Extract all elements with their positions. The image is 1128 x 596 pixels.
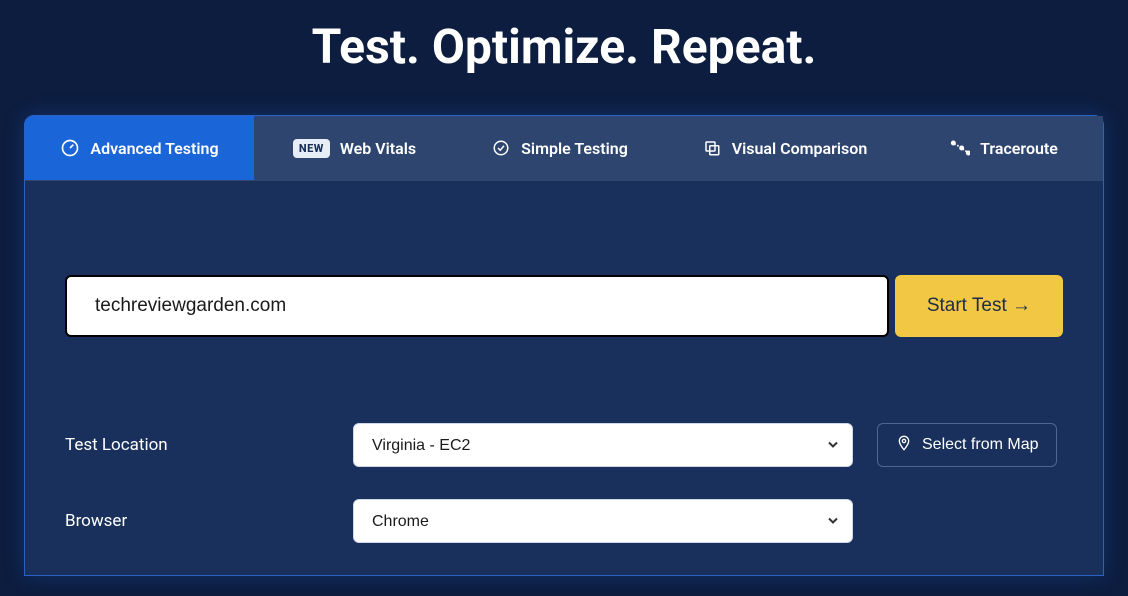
tab-simple-testing[interactable]: Simple Testing [455,116,665,180]
tab-web-vitals[interactable]: NEW Web Vitals [255,116,455,180]
url-input[interactable] [65,275,889,337]
browser-label: Browser [65,511,333,531]
main-panel: Advanced Testing NEW Web Vitals Simple T… [24,115,1104,576]
location-select-wrap: Virginia - EC2 [353,423,853,467]
map-button-label: Select from Map [922,436,1038,454]
select-from-map-button[interactable]: Select from Map [877,423,1057,467]
location-row: Test Location Virginia - EC2 [65,423,1063,467]
location-select[interactable]: Virginia - EC2 [353,423,853,467]
tab-label: Traceroute [980,139,1058,158]
compare-icon [702,138,722,158]
tab-label: Advanced Testing [90,139,218,158]
map-pin-icon [896,434,912,457]
hero-title: Test. Optimize. Repeat. [0,0,1128,115]
panel-body: Start Test → Test Location Virginia - EC… [25,181,1103,543]
gauge-icon [60,138,80,158]
tab-label: Web Vitals [340,139,416,158]
browser-row: Browser Chrome [65,499,1063,543]
browser-select[interactable]: Chrome [353,499,853,543]
check-circle-icon [491,138,511,158]
start-button-label: Start Test → [927,295,1031,317]
tab-label: Visual Comparison [732,139,868,158]
new-badge: NEW [293,139,330,158]
tab-traceroute[interactable]: Traceroute [905,116,1103,180]
traceroute-icon [950,138,970,158]
tabs: Advanced Testing NEW Web Vitals Simple T… [25,116,1103,181]
start-test-button[interactable]: Start Test → [895,275,1063,337]
tab-advanced-testing[interactable]: Advanced Testing [25,116,255,180]
tab-visual-comparison[interactable]: Visual Comparison [665,116,905,180]
tab-label: Simple Testing [521,139,628,158]
browser-select-wrap: Chrome [353,499,853,543]
url-row: Start Test → [65,275,1063,337]
location-label: Test Location [65,435,333,455]
